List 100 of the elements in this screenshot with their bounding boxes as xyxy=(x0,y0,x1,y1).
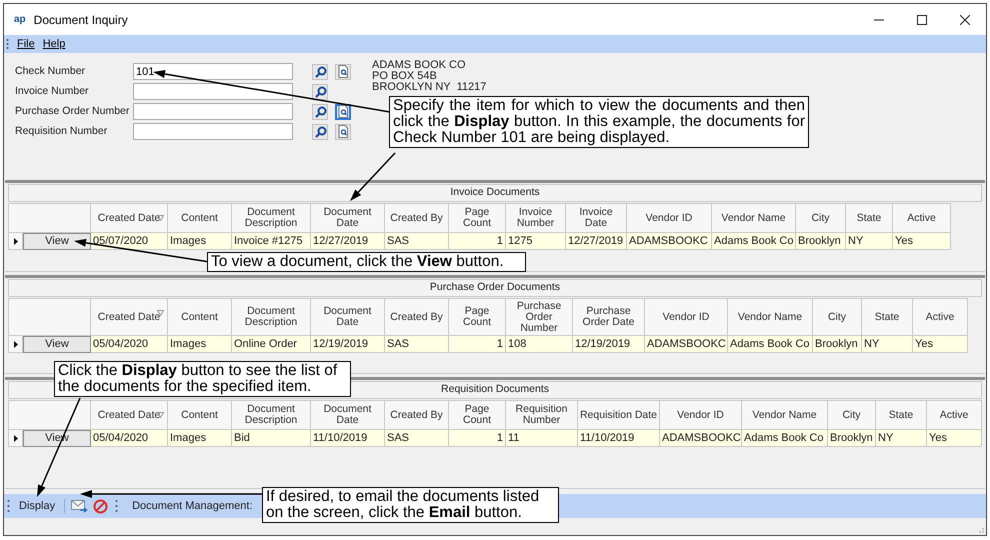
text-field[interactable]: 101 xyxy=(133,63,293,80)
address-line: PO BOX 54B xyxy=(372,71,438,82)
column-header[interactable]: Created By xyxy=(385,203,449,233)
column-header[interactable]: Vendor ID xyxy=(660,400,742,430)
table-cell: SAS xyxy=(385,336,449,353)
column-header[interactable]: State xyxy=(862,298,913,336)
preview-button[interactable] xyxy=(335,104,351,120)
search-icon xyxy=(313,124,327,138)
column-header[interactable]: Active xyxy=(893,203,951,233)
table-cell: 05/04/2020 xyxy=(91,336,168,353)
table-cell: Yes xyxy=(913,336,968,353)
text-field[interactable] xyxy=(133,123,293,140)
table-cell: Yes xyxy=(893,233,951,250)
column-header[interactable]: Document Description xyxy=(232,203,311,233)
preview-button[interactable] xyxy=(335,64,351,80)
column-header[interactable]: Requisition Date xyxy=(578,400,660,430)
callout: If desired, to email the documents listed on the screen, click the Email button. xyxy=(262,487,559,523)
search-button[interactable] xyxy=(312,84,328,100)
table-cell: Adams Book Co xyxy=(728,336,813,353)
document-icon xyxy=(337,105,349,118)
column-header[interactable]: Document Date xyxy=(311,298,385,336)
column-header[interactable]: Vendor Name xyxy=(742,400,828,430)
column-header[interactable]: Content xyxy=(168,400,232,430)
table-cell: NY xyxy=(862,336,913,353)
table-cell: 12/19/2019 xyxy=(573,336,645,353)
search-button[interactable] xyxy=(312,104,328,120)
table-cell: SAS xyxy=(385,233,449,250)
column-header[interactable]: Content xyxy=(168,298,232,336)
view-button[interactable]: View xyxy=(23,336,91,353)
column-header[interactable]: Purchase Order Number xyxy=(506,298,573,336)
callout: Specify the item for which to view the documents and then click the Display button. In this example, the documents for Check Number 101 are being displayed. xyxy=(389,96,809,148)
column-header[interactable]: Document Description xyxy=(232,298,311,336)
column-header[interactable]: City xyxy=(796,203,846,233)
column-header[interactable]: State xyxy=(876,400,927,430)
grid-title: Purchase Order Documents xyxy=(8,279,982,297)
column-header[interactable]: Document Date xyxy=(311,400,385,430)
table-cell: 1 xyxy=(449,336,506,353)
cancel-button[interactable] xyxy=(93,498,108,514)
column-header[interactable]: City xyxy=(828,400,876,430)
table-cell: Adams Book Co xyxy=(742,430,828,447)
table-cell: ADAMSBOOKC xyxy=(660,430,742,447)
field-label: Check Number xyxy=(15,64,86,79)
text-field[interactable] xyxy=(133,83,293,100)
column-header[interactable]: Active xyxy=(927,400,982,430)
column-header[interactable]: Page Count xyxy=(449,400,506,430)
table-cell: 11/10/2019 xyxy=(311,430,385,447)
column-header[interactable]: Vendor ID xyxy=(627,203,712,233)
column-header[interactable]: Requisition Number xyxy=(506,400,578,430)
preview-button[interactable] xyxy=(335,124,351,140)
column-header[interactable]: Invoice Number xyxy=(506,203,566,233)
column-header[interactable]: Content xyxy=(168,203,232,233)
column-header[interactable]: Vendor ID xyxy=(645,298,728,336)
search-icon xyxy=(313,64,327,78)
no-entry-icon xyxy=(93,498,108,514)
field-label: Requisition Number xyxy=(15,124,108,139)
search-button[interactable] xyxy=(312,64,328,80)
grip-icon xyxy=(6,38,9,50)
column-header[interactable]: Invoice Date xyxy=(566,203,627,233)
table-cell: Adams Book Co xyxy=(712,233,796,250)
display-button[interactable]: Display xyxy=(19,500,56,512)
column-header[interactable]: Vendor Name xyxy=(728,298,813,336)
column-header[interactable]: Created By xyxy=(385,298,449,336)
table-cell: 05/04/2020 xyxy=(91,430,168,447)
column-header[interactable]: Document Date xyxy=(311,203,385,233)
column-header[interactable]: Active xyxy=(913,298,968,336)
text-field[interactable] xyxy=(133,103,293,120)
grip-icon xyxy=(115,499,118,513)
search-icon xyxy=(313,104,327,118)
column-header[interactable]: Created Date xyxy=(91,400,168,430)
column-header[interactable]: Purchase Order Date xyxy=(573,298,645,336)
table-cell: Images xyxy=(168,336,232,353)
table-cell: NY xyxy=(846,233,893,250)
column-header[interactable]: Created Date xyxy=(91,298,168,336)
column-header[interactable]: City xyxy=(813,298,862,336)
table-cell: 05/07/2020 xyxy=(91,233,168,250)
column-header[interactable]: Created Date xyxy=(91,203,168,233)
menu-item[interactable]: Help xyxy=(42,38,66,50)
table-cell: 1 xyxy=(449,233,506,250)
resize-grip-icon xyxy=(977,526,985,534)
window-title: Document Inquiry xyxy=(34,12,128,28)
toolbar-label: Document Management: xyxy=(132,498,253,514)
table-cell: 12/27/2019 xyxy=(311,233,385,250)
table-cell: ADAMSBOOKC xyxy=(645,336,728,353)
menu-item[interactable]: File xyxy=(17,38,35,50)
column-header[interactable]: Created By xyxy=(385,400,449,430)
maximize-icon xyxy=(916,14,926,24)
table-cell: 12/27/2019 xyxy=(566,233,627,250)
view-button[interactable]: View xyxy=(23,233,91,250)
callout: Click the Display button to see the list of the documents for the specified item. xyxy=(54,361,351,397)
column-header[interactable]: State xyxy=(846,203,893,233)
search-button[interactable] xyxy=(312,124,328,140)
table-cell: Brooklyn xyxy=(813,336,862,353)
email-button[interactable] xyxy=(71,499,88,513)
table-cell: Images xyxy=(168,430,232,447)
column-header[interactable]: Page Count xyxy=(449,203,506,233)
table-cell: Brooklyn xyxy=(796,233,846,250)
table-cell: 11 xyxy=(506,430,578,447)
column-header[interactable]: Vendor Name xyxy=(712,203,796,233)
column-header[interactable]: Document Description xyxy=(232,400,311,430)
column-header[interactable]: Page Count xyxy=(449,298,506,336)
